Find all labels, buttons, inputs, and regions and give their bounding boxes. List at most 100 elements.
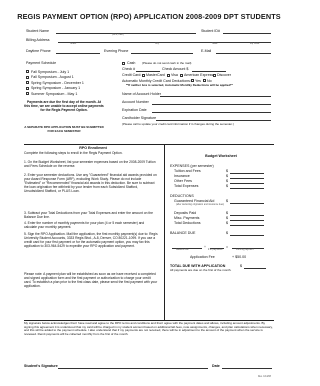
- card-type-checkbox[interactable]: [167, 73, 171, 77]
- total-due-note: All payments are due on the first of the…: [170, 268, 232, 272]
- billing-address-label: Billing Address: [26, 38, 50, 42]
- email-field[interactable]: [216, 53, 271, 54]
- balance-due-hint: balance due: [176, 249, 189, 251]
- currency-sign: $: [226, 216, 228, 220]
- application-fee-amount: + $50.00: [232, 255, 247, 259]
- balance-due-field[interactable]: [230, 235, 264, 236]
- expense-item: Other Fees: [174, 179, 192, 183]
- street-hint: Street: [70, 43, 77, 45]
- expense-amount-field[interactable]: [230, 178, 264, 179]
- agreement-text: My signature below acknowledges that I h…: [24, 321, 273, 336]
- schedule-option-checkbox[interactable]: [26, 75, 30, 79]
- auto-no-checkbox[interactable]: [203, 79, 207, 83]
- enrollment-note: Please note: A payment plan will be esta…: [24, 272, 158, 289]
- evening-phone-field[interactable]: [131, 53, 193, 54]
- account-number-field[interactable]: [152, 104, 271, 105]
- cash-note: (Please do not send cash in the mail): [142, 60, 192, 65]
- student-id-label: Student ID#: [201, 29, 220, 33]
- enrollment-step: 4. Enter the number of monthly payments …: [24, 221, 145, 230]
- currency-sign: $: [240, 264, 242, 268]
- state-hint: State: [212, 43, 218, 45]
- schedule-option-checkbox[interactable]: [26, 70, 30, 74]
- cash-checkbox[interactable]: [122, 61, 126, 65]
- currency-sign: $: [226, 174, 228, 178]
- deduction-item: Total Deductions: [174, 221, 201, 225]
- monthly-payment-hint: monthly payment: [236, 249, 254, 251]
- balance-due-label: BALANCE DUE: [170, 231, 196, 235]
- student-name-label: Student Name: [26, 29, 49, 33]
- expense-item: Total Expenses: [174, 184, 199, 188]
- card-type-checkbox[interactable]: [142, 73, 146, 77]
- city-hint: City: [155, 43, 159, 45]
- schedule-option-checkbox[interactable]: [26, 81, 30, 85]
- expiration-date-label: Expiration Date: [122, 108, 147, 112]
- currency-sign: $: [226, 221, 228, 225]
- schedule-option-checkbox[interactable]: [26, 86, 30, 90]
- student-name-field[interactable]: [56, 33, 196, 34]
- expense-amount-field[interactable]: [230, 183, 264, 184]
- equals-sign: =: [226, 244, 229, 249]
- expense-total-field[interactable]: [230, 188, 264, 189]
- check-number-field[interactable]: [136, 71, 160, 72]
- enrollment-intro: Complete the following steps to enroll i…: [24, 151, 123, 155]
- deduction-amount-field[interactable]: [230, 220, 264, 221]
- expiration-date-field[interactable]: [152, 112, 271, 113]
- schedule-option-checkbox[interactable]: [26, 92, 30, 96]
- schedule-option-label: Summer Symposium - May 1: [31, 91, 78, 96]
- schedule-option-label: Fall Symposium - August 1: [31, 75, 74, 79]
- deduction-amount-field[interactable]: [230, 203, 264, 204]
- deduction-item: Misc. Payments: [174, 216, 200, 220]
- daytime-phone-label: Daytime Phone: [26, 49, 51, 53]
- payments-hint: # of payments: [208, 249, 223, 251]
- date-field[interactable]: [222, 368, 272, 369]
- cardholder-signature-field[interactable]: [156, 120, 271, 121]
- email-label: E-Mail: [201, 49, 212, 53]
- evening-phone-label: Evening Phone: [104, 49, 129, 53]
- application-fee-label: Application Fee: [190, 255, 215, 259]
- card-type-checkbox[interactable]: [180, 73, 184, 77]
- card-type-label: MasterCard: [146, 73, 165, 77]
- daytime-phone-field[interactable]: [56, 53, 100, 54]
- deduction-total-field[interactable]: [230, 225, 264, 226]
- budget-worksheet-heading: Budget Worksheet: [205, 154, 237, 158]
- card-type-label: Discover: [217, 73, 231, 77]
- payment-schedule-heading: Payment Schedule: [26, 61, 57, 65]
- auto-yes-checkbox[interactable]: [191, 79, 195, 83]
- deduction-item: Deposits Paid: [174, 211, 197, 215]
- card-type-checkbox[interactable]: [213, 73, 217, 77]
- currency-sign: $: [226, 169, 228, 173]
- enrollment-step: 2. Enter your semester deductions. Use a…: [24, 173, 157, 194]
- schedule-option-label: Spring Symposium - January 1: [31, 86, 81, 90]
- enrollment-step: 1. On the Budget Worksheet, list your se…: [24, 160, 156, 169]
- check-amount-label: Check Amount $: [162, 67, 189, 71]
- expense-amount-field[interactable]: [230, 173, 264, 174]
- deduction-item: Guaranteed Financial Aid: [174, 199, 215, 203]
- billing-address-field[interactable]: [58, 42, 271, 43]
- account-number-label: Account Number: [122, 100, 149, 104]
- check-amount-field[interactable]: [192, 71, 226, 72]
- enrollment-step: 5. Sign the RPO Application. Mail the ap…: [24, 232, 158, 249]
- first-last-hint: (First, Last): [112, 34, 124, 36]
- card-type-label: American Express: [184, 73, 214, 77]
- expenses-heading: EXPENSES (per semester): [170, 164, 214, 168]
- auto-deduction-note: **If neither box is selected, Automatic …: [126, 83, 233, 87]
- divide-sign: ÷: [204, 244, 206, 249]
- enrollment-heading: RPO Enrollment: [79, 146, 107, 150]
- deduction-item: (after deducting origination and insuran…: [176, 204, 225, 206]
- revision-code: Rev. 1/14/08: [258, 376, 271, 378]
- student-id-field[interactable]: [223, 33, 271, 34]
- student-signature-field[interactable]: [58, 368, 208, 369]
- update-card-note: (Please call to update your credit card …: [122, 122, 234, 126]
- payments-due-note: Payments are due the first day of the mo…: [24, 100, 104, 113]
- zip-hint: Zip Code: [250, 43, 260, 45]
- separate-application-note: A SEPARATE RPO APPLICATION MUST BE SUBMI…: [24, 125, 104, 133]
- cardholder-signature-label: Cardholder Signature: [122, 116, 157, 120]
- rpo-application-form: { "title": "REGIS PAYMENT OPTION (RPO) A…: [0, 0, 298, 386]
- credit-card-label: Credit Card:: [122, 73, 142, 77]
- enrollment-step: 3. Subtract your Total Deductions from y…: [24, 211, 153, 220]
- section-divider: [24, 144, 274, 145]
- column-divider: [164, 144, 165, 320]
- account-holder-field[interactable]: [160, 96, 271, 97]
- total-due-field[interactable]: [244, 268, 266, 269]
- deduction-amount-field[interactable]: [230, 215, 264, 216]
